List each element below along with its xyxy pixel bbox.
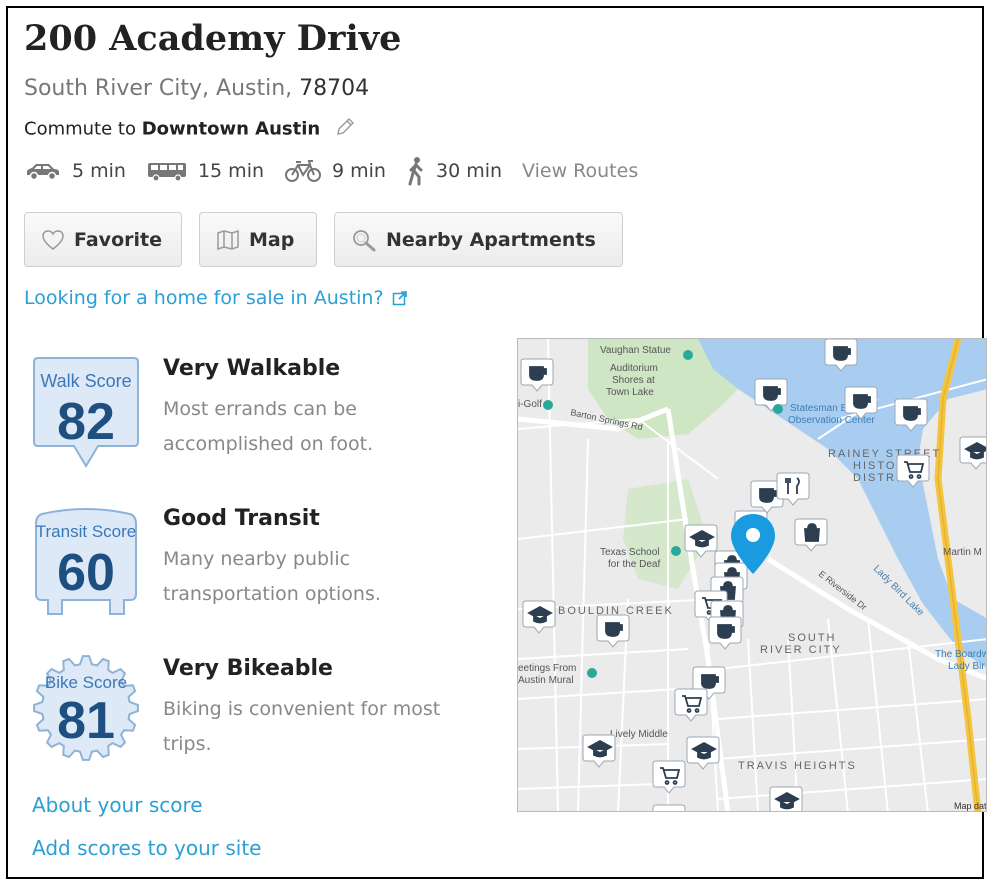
map-label-townlake: Town Lake bbox=[606, 387, 654, 398]
map-label-texas-school-2: for the Deaf bbox=[608, 559, 660, 570]
bike-time: 9 min bbox=[332, 160, 386, 182]
map-label-greetings-1: eetings From bbox=[518, 663, 576, 674]
walk-score-description: Most errands can be accomplished on foot… bbox=[163, 392, 493, 462]
bike-icon bbox=[285, 160, 322, 182]
school-marker-icon[interactable] bbox=[769, 786, 803, 812]
commute-car: 5 min bbox=[24, 160, 126, 182]
car-icon bbox=[27, 164, 59, 181]
walkscore-panel: 200 Academy Drive South River City, Aust… bbox=[6, 6, 987, 879]
map-icon bbox=[217, 229, 239, 250]
map-label-south-1: SOUTH bbox=[788, 632, 837, 644]
map-label: Map bbox=[249, 228, 295, 251]
commute-bike: 9 min bbox=[284, 159, 386, 183]
walk-desc-line2: accomplished on foot. bbox=[163, 433, 374, 455]
transit-score-badge: Transit Score 60 bbox=[32, 502, 140, 624]
map-label-south-2: RIVER CITY bbox=[760, 644, 842, 656]
map-label-boardwalk-2: Lady Bir bbox=[948, 661, 985, 672]
about-score-link[interactable]: About your score bbox=[32, 793, 203, 817]
commute-line: Commute to Downtown Austin bbox=[24, 116, 356, 143]
transit-desc-line2: transportation options. bbox=[163, 583, 381, 605]
search-icon bbox=[353, 229, 376, 251]
map-label-shores: Shores at bbox=[612, 375, 655, 386]
bike-score-heading: Very Bikeable bbox=[163, 656, 333, 681]
favorite-button[interactable]: Favorite bbox=[24, 212, 182, 267]
view-routes-link[interactable]: View Routes bbox=[522, 160, 638, 182]
transit-score-value: 60 bbox=[57, 544, 115, 602]
page-title: 200 Academy Drive bbox=[24, 18, 402, 59]
bike-desc-line2: trips. bbox=[163, 733, 212, 755]
commute-times: 5 min 15 min 9 min 30 min View Routes bbox=[24, 156, 638, 186]
transit-score-description: Many nearby public transportation option… bbox=[163, 542, 493, 612]
nearby-apartments-label: Nearby Apartments bbox=[386, 228, 596, 251]
neighborhood-map[interactable]: Vaughan Statue Auditorium Shores at Town… bbox=[517, 338, 987, 812]
commute-walk: 30 min bbox=[406, 156, 502, 186]
heart-icon bbox=[42, 229, 64, 250]
map-label-boardwalk-1: The Boardw bbox=[935, 649, 987, 660]
add-scores-link[interactable]: Add scores to your site bbox=[32, 836, 261, 860]
map-label-auditorium: Auditorium bbox=[610, 363, 658, 374]
walk-score-heading: Very Walkable bbox=[163, 356, 341, 381]
home-for-sale-label: Looking for a home for sale in Austin? bbox=[24, 287, 384, 309]
neighborhood-city: South River City, Austin, bbox=[24, 76, 293, 101]
bike-score-type: Bike Score bbox=[45, 673, 127, 692]
bike-score-value: 81 bbox=[57, 692, 115, 750]
pencil-icon[interactable] bbox=[334, 116, 356, 143]
transit-score-heading: Good Transit bbox=[163, 506, 320, 531]
external-link-icon bbox=[392, 291, 407, 306]
map-label-greetings-2: Austin Mural bbox=[518, 675, 574, 686]
zip-code: 78704 bbox=[299, 76, 370, 101]
map-label-vaughan: Vaughan Statue bbox=[600, 345, 671, 356]
map-label-data: Map dat bbox=[954, 801, 987, 811]
commute-bus: 15 min bbox=[146, 160, 264, 182]
walk-score-badge: Walk Score 82 bbox=[32, 354, 140, 476]
commute-destination[interactable]: Downtown Austin bbox=[142, 119, 320, 140]
map-label-golf: i-Golf bbox=[518, 399, 542, 410]
map-button[interactable]: Map bbox=[199, 212, 317, 267]
commute-prefix: Commute to bbox=[24, 118, 136, 140]
transit-desc-line1: Many nearby public bbox=[163, 548, 351, 570]
map-label-travis: TRAVIS HEIGHTS bbox=[738, 760, 857, 772]
walk-score-value: 82 bbox=[57, 393, 115, 451]
nearby-apartments-button[interactable]: Nearby Apartments bbox=[334, 212, 623, 267]
map-label-martin: Martin M bbox=[943, 547, 982, 558]
map-label-lively: Lively Middle bbox=[610, 729, 668, 740]
address-line: South River City, Austin, 78704 bbox=[24, 76, 369, 101]
bike-score-description: Biking is convenient for most trips. bbox=[163, 692, 493, 762]
walk-desc-line1: Most errands can be bbox=[163, 398, 357, 420]
grocery-marker-icon[interactable] bbox=[652, 804, 686, 812]
walk-icon bbox=[408, 157, 423, 186]
map-label-texas-school-1: Texas School bbox=[600, 547, 659, 558]
walk-score-type: Walk Score bbox=[40, 371, 131, 391]
bike-score-badge: Bike Score 81 bbox=[32, 648, 140, 770]
home-for-sale-link[interactable]: Looking for a home for sale in Austin? bbox=[24, 287, 408, 309]
car-time: 5 min bbox=[72, 160, 126, 182]
transit-score-type: Transit Score bbox=[36, 522, 136, 541]
walk-time: 30 min bbox=[435, 160, 503, 182]
bus-icon bbox=[147, 163, 186, 182]
bike-desc-line1: Biking is convenient for most bbox=[163, 698, 441, 720]
bus-time: 15 min bbox=[197, 160, 265, 182]
favorite-label: Favorite bbox=[74, 228, 162, 251]
